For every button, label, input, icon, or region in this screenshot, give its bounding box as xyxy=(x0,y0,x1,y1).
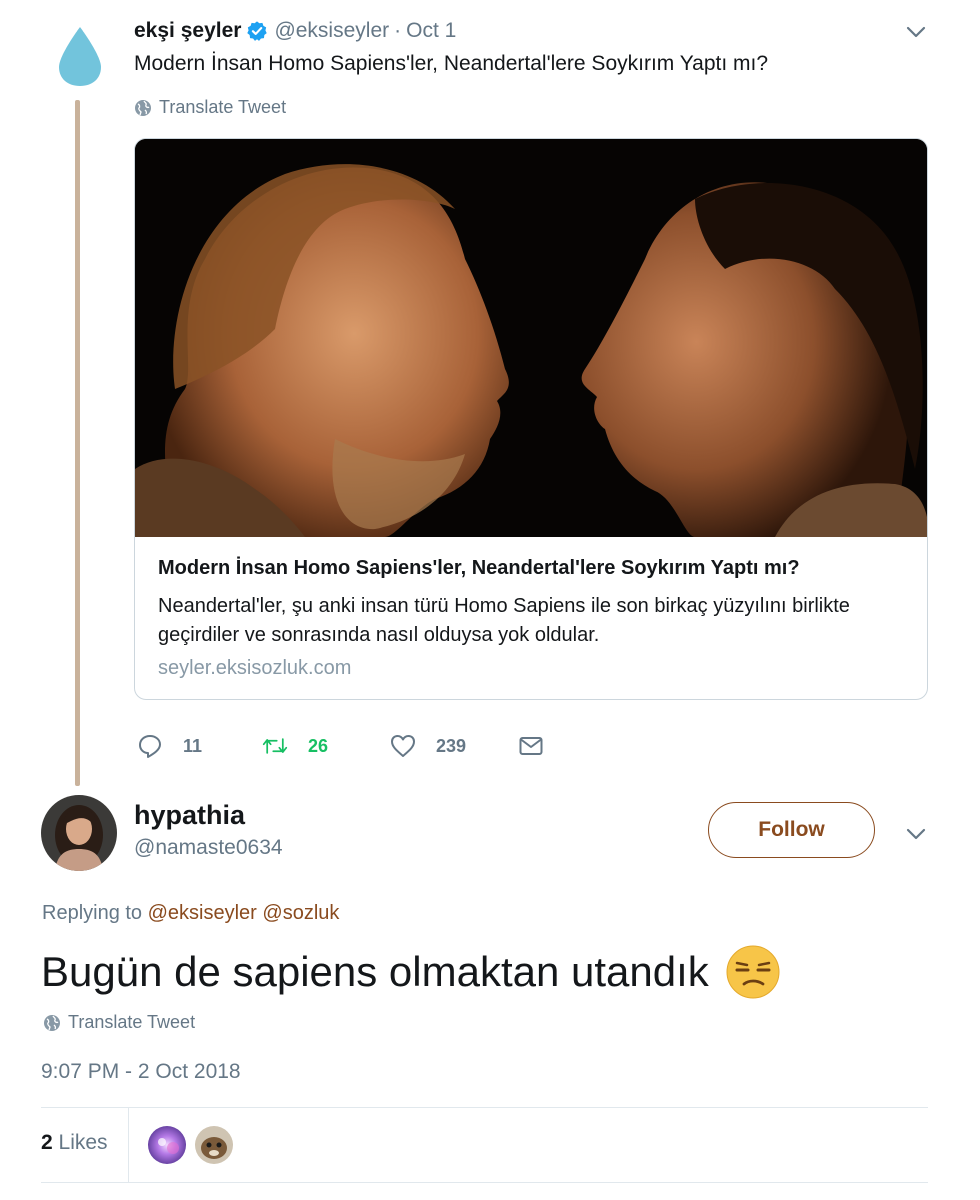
direct-message-button[interactable] xyxy=(518,731,544,761)
water-drop-icon xyxy=(59,27,101,86)
likes-label: Likes xyxy=(58,1131,108,1154)
handle[interactable]: @namaste0634 xyxy=(134,836,283,860)
tweet-header: ekşi şeyler @eksiseyler · Oct 1 xyxy=(134,16,456,46)
translate-label: Translate Tweet xyxy=(159,97,287,117)
like-button[interactable]: 239 xyxy=(390,731,466,761)
replying-to: Replying to @eksiseyler @sozluk xyxy=(42,902,339,925)
card-domain: seyler.eksisozluk.com xyxy=(158,657,352,679)
tweet-text-content: Bugün de sapiens olmaktan utandık xyxy=(41,948,709,995)
card-description: Neandertal'ler, şu anki insan türü Homo … xyxy=(158,595,850,646)
mention-link[interactable]: @sozluk xyxy=(262,902,339,924)
chevron-down-icon[interactable] xyxy=(904,822,928,846)
translate-tweet-link[interactable]: Translate Tweet xyxy=(134,97,286,118)
likes-count: 2 xyxy=(41,1131,53,1154)
divider xyxy=(41,1182,928,1183)
mention-link[interactable]: @eksiseyler xyxy=(148,902,257,924)
retweet-icon xyxy=(262,738,288,754)
card-title: Modern İnsan Homo Sapiens'ler, Neanderta… xyxy=(158,557,800,579)
unamused-face-emoji xyxy=(726,945,780,999)
retweet-button[interactable]: 26 xyxy=(262,731,328,761)
liker-avatar[interactable] xyxy=(195,1126,233,1164)
liker-photo xyxy=(195,1126,233,1164)
reply-icon xyxy=(139,735,161,758)
replying-to-label: Replying to xyxy=(42,902,143,924)
display-name[interactable]: ekşi şeyler xyxy=(134,19,241,43)
tweet-timestamp[interactable]: 9:07 PM - 2 Oct 2018 xyxy=(41,1060,241,1084)
chevron-down-icon[interactable] xyxy=(904,20,928,44)
avatar[interactable] xyxy=(41,795,117,871)
envelope-icon xyxy=(519,737,543,755)
like-count: 239 xyxy=(436,735,467,756)
card-image xyxy=(135,139,927,537)
liker-photo xyxy=(148,1126,186,1164)
likes-stat[interactable]: 2 Likes xyxy=(41,1131,108,1155)
thread-line xyxy=(75,100,80,786)
tweet-date[interactable]: Oct 1 xyxy=(406,19,456,43)
display-name[interactable]: hypathia xyxy=(134,800,245,831)
user-photo xyxy=(41,795,117,871)
neanderthal-and-sapiens-photo xyxy=(135,139,927,537)
follow-button[interactable]: Follow xyxy=(708,802,875,858)
link-card[interactable]: Modern İnsan Homo Sapiens'ler, Neanderta… xyxy=(134,138,928,700)
avatar[interactable] xyxy=(55,25,105,87)
heart-icon xyxy=(391,735,415,757)
handle[interactable]: @eksiseyler xyxy=(274,19,389,43)
globe-icon xyxy=(135,99,151,116)
translate-label: Translate Tweet xyxy=(68,1012,196,1032)
liker-avatar[interactable] xyxy=(148,1126,186,1164)
divider xyxy=(41,1107,928,1108)
reply-button[interactable]: 11 xyxy=(137,731,202,761)
tweet-text: Modern İnsan Homo Sapiens'ler, Neanderta… xyxy=(134,52,769,75)
verified-badge-icon xyxy=(247,21,268,41)
globe-icon xyxy=(44,1014,60,1031)
translate-tweet-link[interactable]: Translate Tweet xyxy=(43,1012,195,1033)
tweet-text: Bugün de sapiens olmaktan utandık xyxy=(41,944,781,1000)
reply-count: 11 xyxy=(183,735,203,756)
separator-dot: · xyxy=(394,19,402,42)
retweet-count: 26 xyxy=(308,735,329,756)
divider xyxy=(128,1108,129,1182)
